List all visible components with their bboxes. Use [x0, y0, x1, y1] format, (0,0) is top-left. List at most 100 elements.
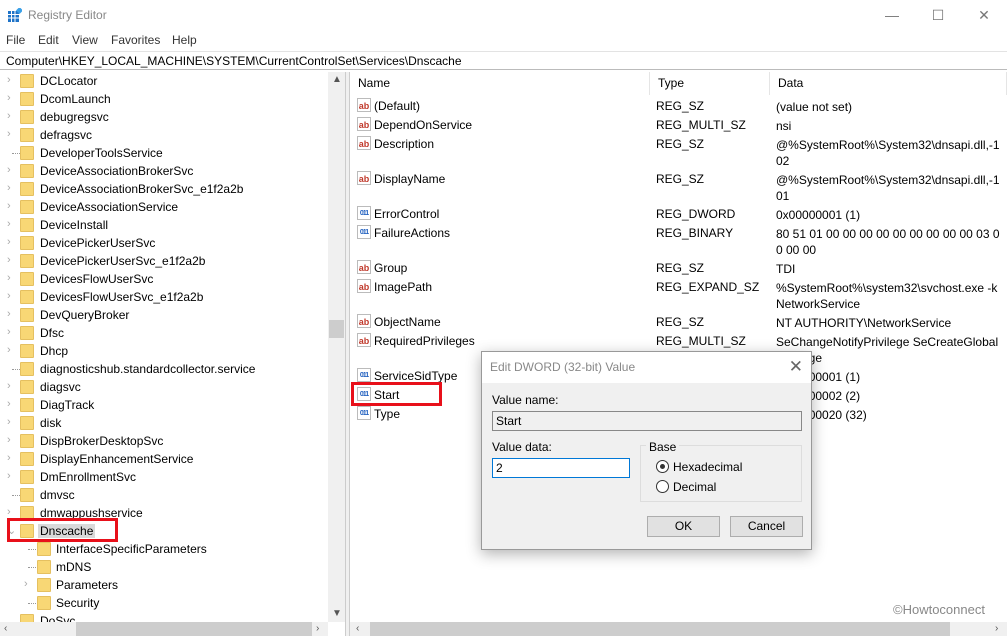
maximize-button[interactable]: ☐	[915, 0, 961, 30]
chevron-right-icon[interactable]: ›	[7, 398, 11, 410]
menu-edit[interactable]: Edit	[38, 33, 59, 47]
scroll-right-icon[interactable]: ›	[316, 623, 319, 634]
value-data-input[interactable]: 2	[492, 458, 630, 478]
ok-button[interactable]: OK	[647, 516, 720, 537]
scroll-right-icon[interactable]: ›	[995, 623, 998, 634]
chevron-right-icon[interactable]: ›	[7, 110, 11, 122]
chevron-right-icon[interactable]: ›	[7, 128, 11, 140]
column-header-data[interactable]: Data	[770, 72, 1007, 95]
tree-item[interactable]: › DeviceInstall	[0, 216, 328, 234]
tree-item[interactable]: › DeviceAssociationBrokerSvc_e1f2a2b	[0, 180, 328, 198]
tree-item[interactable]: › defragsvc	[0, 126, 328, 144]
chevron-right-icon[interactable]: ›	[7, 92, 11, 104]
tree-item[interactable]: › DCLocator	[0, 72, 328, 90]
decimal-radio[interactable]	[656, 480, 669, 493]
chevron-right-icon[interactable]: ›	[24, 578, 28, 590]
tree-item[interactable]: DeveloperToolsService	[0, 144, 328, 162]
values-horizontal-scrollbar[interactable]: ‹ ›	[350, 622, 1007, 636]
value-name: RequiredPrivileges	[374, 334, 475, 348]
chevron-right-icon[interactable]: ›	[7, 470, 11, 482]
cancel-button[interactable]: Cancel	[730, 516, 803, 537]
value-row[interactable]: ab DependOnService REG_MULTI_SZ nsi	[350, 115, 1007, 134]
hexadecimal-label[interactable]: Hexadecimal	[673, 460, 742, 474]
tree-item[interactable]: mDNS	[0, 558, 328, 576]
chevron-right-icon[interactable]: ›	[7, 182, 11, 194]
tree-item[interactable]: › Parameters	[0, 576, 328, 594]
scroll-thumb[interactable]	[370, 622, 950, 636]
menu-file[interactable]: File	[6, 33, 25, 47]
chevron-right-icon[interactable]: ›	[7, 506, 11, 518]
chevron-right-icon[interactable]: ›	[7, 452, 11, 464]
tree-horizontal-scrollbar[interactable]: ‹ ›	[0, 622, 328, 636]
chevron-right-icon[interactable]: ›	[7, 218, 11, 230]
scroll-left-icon[interactable]: ‹	[356, 623, 359, 634]
tree-item[interactable]: › DevicePickerUserSvc	[0, 234, 328, 252]
value-row[interactable]: ab DisplayName REG_SZ @%SystemRoot%\System3…	[350, 169, 1007, 204]
tree-item[interactable]: diagnosticshub.standardcollector.service	[0, 360, 328, 378]
chevron-right-icon[interactable]: ›	[7, 200, 11, 212]
tree-connector	[12, 369, 20, 370]
chevron-right-icon[interactable]: ›	[7, 308, 11, 320]
menu-help[interactable]: Help	[172, 33, 197, 47]
chevron-right-icon[interactable]: ›	[7, 272, 11, 284]
tree-item[interactable]: Security	[0, 594, 328, 612]
value-row[interactable]: 011 FailureActions REG_BINARY 80 51 01 00 0…	[350, 223, 1007, 258]
folder-icon	[20, 110, 34, 124]
value-row[interactable]: ab ImagePath REG_EXPAND_SZ %SystemRoot%\sys…	[350, 277, 1007, 312]
tree-item[interactable]: › DevicesFlowUserSvc	[0, 270, 328, 288]
string-value-icon: ab	[357, 314, 371, 328]
menu-view[interactable]: View	[72, 33, 98, 47]
scroll-up-icon[interactable]: ▲	[332, 74, 342, 85]
scroll-left-icon[interactable]: ‹	[4, 623, 7, 634]
minimize-button[interactable]: —	[869, 0, 915, 30]
tree-vertical-scrollbar[interactable]: ▲ ▼	[328, 72, 345, 622]
tree-item[interactable]: InterfaceSpecificParameters	[0, 540, 328, 558]
value-row[interactable]: 011 ErrorControl REG_DWORD 0x00000001 (1)	[350, 204, 1007, 223]
chevron-right-icon[interactable]: ›	[7, 326, 11, 338]
value-name: ServiceSidType	[374, 369, 458, 383]
chevron-right-icon[interactable]: ›	[7, 236, 11, 248]
hexadecimal-radio[interactable]	[656, 460, 669, 473]
value-row[interactable]: ab Description REG_SZ @%SystemRoot%\System3…	[350, 134, 1007, 169]
address-bar[interactable]: Computer\HKEY_LOCAL_MACHINE\SYSTEM\Curre…	[0, 51, 1007, 70]
tree-item[interactable]: › Dhcp	[0, 342, 328, 360]
value-row[interactable]: ab ObjectName REG_SZ NT AUTHORITY\NetworkSe…	[350, 312, 1007, 331]
tree-item[interactable]: › DevQueryBroker	[0, 306, 328, 324]
value-row[interactable]: ab Group REG_SZ TDI	[350, 258, 1007, 277]
tree-item[interactable]: dmvsc	[0, 486, 328, 504]
decimal-label[interactable]: Decimal	[673, 480, 716, 494]
tree-item[interactable]: › DevicePickerUserSvc_e1f2a2b	[0, 252, 328, 270]
close-button[interactable]: ✕	[961, 0, 1007, 30]
chevron-right-icon[interactable]: ›	[7, 164, 11, 176]
scroll-thumb[interactable]	[329, 320, 344, 338]
tree-item[interactable]: › DispBrokerDesktopSvc	[0, 432, 328, 450]
chevron-right-icon[interactable]: ›	[7, 416, 11, 428]
binary-value-icon: 011	[357, 206, 371, 220]
chevron-right-icon[interactable]: ›	[7, 380, 11, 392]
tree-item[interactable]: › DmEnrollmentSvc	[0, 468, 328, 486]
dialog-close-button[interactable]: ✕	[789, 357, 803, 377]
column-header-type[interactable]: Type	[650, 72, 770, 95]
tree-item[interactable]: › DiagTrack	[0, 396, 328, 414]
tree-item[interactable]: › DisplayEnhancementService	[0, 450, 328, 468]
folder-icon	[20, 272, 34, 286]
chevron-right-icon[interactable]: ›	[7, 344, 11, 356]
tree-item[interactable]: › Dfsc	[0, 324, 328, 342]
chevron-right-icon[interactable]: ›	[7, 290, 11, 302]
tree-item[interactable]: › DcomLaunch	[0, 90, 328, 108]
tree-item[interactable]: › DeviceAssociationBrokerSvc	[0, 162, 328, 180]
tree-item[interactable]: › disk	[0, 414, 328, 432]
tree-item[interactable]: › diagsvc	[0, 378, 328, 396]
scroll-down-icon[interactable]: ▼	[332, 608, 342, 619]
chevron-right-icon[interactable]: ›	[7, 74, 11, 86]
chevron-right-icon[interactable]: ›	[7, 254, 11, 266]
tree-item[interactable]: › DevicesFlowUserSvc_e1f2a2b	[0, 288, 328, 306]
scroll-thumb[interactable]	[76, 622, 312, 636]
tree-connector	[28, 549, 36, 550]
column-header-name[interactable]: Name	[350, 72, 650, 95]
chevron-right-icon[interactable]: ›	[7, 434, 11, 446]
tree-item[interactable]: › DeviceAssociationService	[0, 198, 328, 216]
tree-item[interactable]: › debugregsvc	[0, 108, 328, 126]
menu-favorites[interactable]: Favorites	[111, 33, 160, 47]
value-row[interactable]: ab (Default) REG_SZ (value not set)	[350, 96, 1007, 115]
